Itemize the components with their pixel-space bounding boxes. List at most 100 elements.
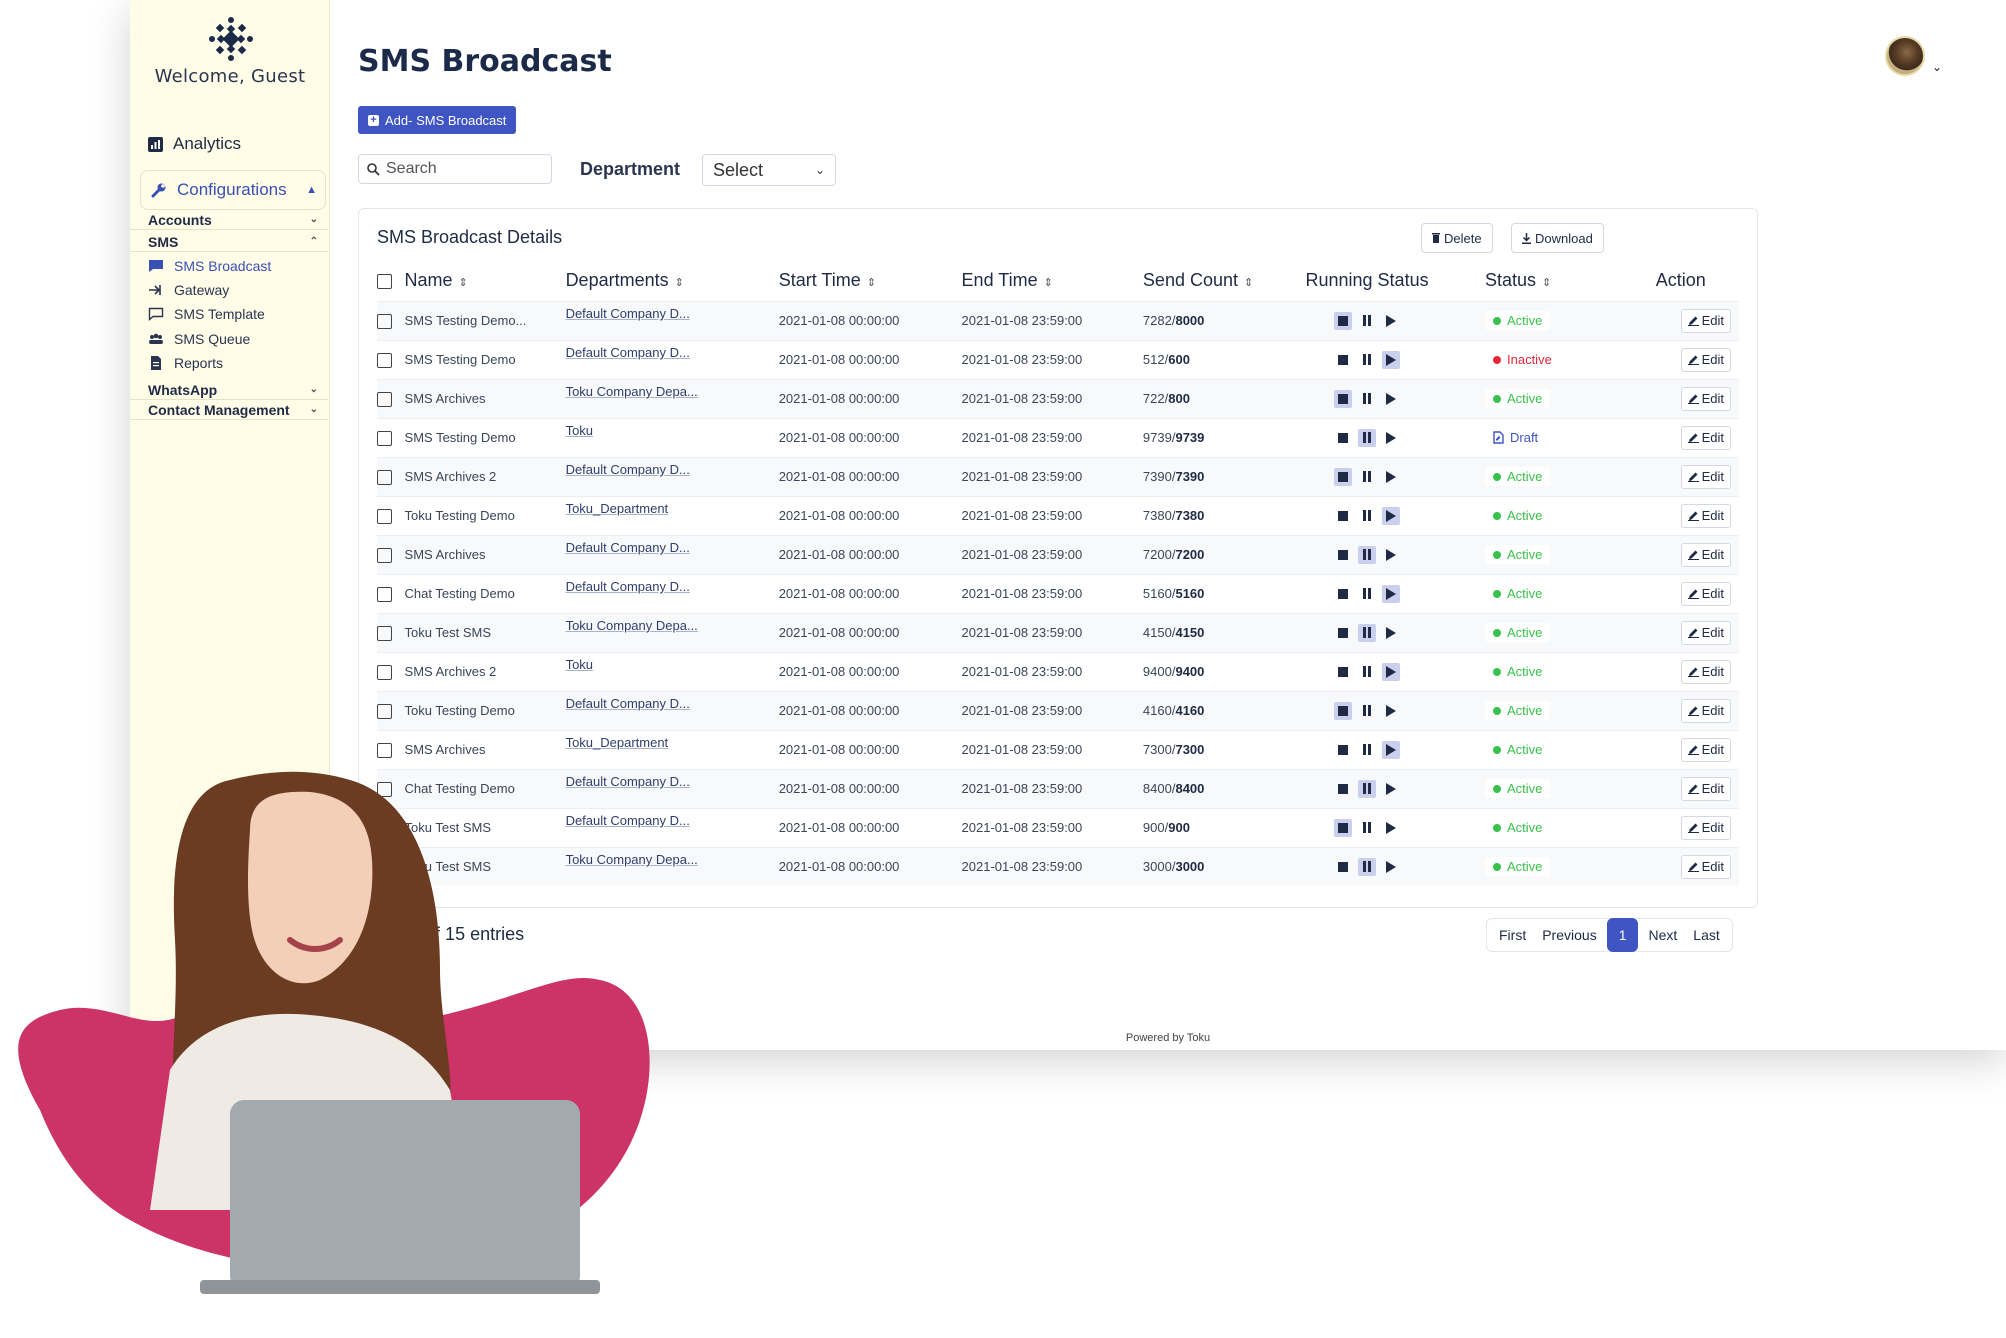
stop-button[interactable]: [1334, 624, 1352, 642]
sidebar-item-sms-queue[interactable]: SMS Queue: [148, 331, 250, 347]
play-button[interactable]: [1381, 662, 1400, 681]
department-link[interactable]: Toku_Department: [566, 501, 669, 516]
department-link[interactable]: Toku Company Depa...: [566, 384, 698, 399]
edit-button[interactable]: Edit: [1680, 308, 1731, 333]
edit-button[interactable]: Edit: [1680, 542, 1731, 567]
pause-button[interactable]: [1357, 857, 1376, 876]
row-checkbox[interactable]: [377, 391, 392, 407]
row-checkbox[interactable]: [377, 625, 392, 641]
search-input[interactable]: [386, 160, 546, 178]
department-link[interactable]: Default Company D...: [566, 462, 690, 477]
department-select[interactable]: Select ⌄: [702, 154, 836, 186]
stop-button[interactable]: [1334, 429, 1352, 447]
edit-button[interactable]: Edit: [1680, 386, 1731, 411]
pause-button[interactable]: [1357, 545, 1376, 564]
play-button[interactable]: [1381, 350, 1400, 369]
department-link[interactable]: Default Company D...: [566, 579, 690, 594]
nav-group-whatsapp[interactable]: WhatsApp ⌄: [130, 380, 328, 400]
stop-button[interactable]: [1334, 546, 1352, 564]
sidebar-item-sms-broadcast[interactable]: SMS Broadcast: [148, 258, 271, 274]
pause-button[interactable]: [1358, 702, 1376, 720]
nav-group-contact-management[interactable]: Contact Management ⌄: [130, 400, 328, 420]
header-start-time[interactable]: Start Time ⇕: [779, 261, 962, 301]
department-link[interactable]: Toku Company Depa...: [566, 618, 698, 633]
pager-last[interactable]: Last: [1687, 927, 1725, 943]
sidebar-item-reports[interactable]: Reports: [148, 355, 223, 371]
play-button[interactable]: [1382, 702, 1400, 720]
header-status[interactable]: Status ⇕: [1485, 261, 1623, 301]
delete-button[interactable]: Delete: [1421, 223, 1493, 253]
play-button[interactable]: [1382, 312, 1400, 330]
pager-next[interactable]: Next: [1642, 927, 1683, 943]
department-link[interactable]: Toku: [566, 423, 593, 438]
play-button[interactable]: [1382, 819, 1400, 837]
pause-button[interactable]: [1358, 585, 1376, 603]
play-button[interactable]: [1381, 584, 1400, 603]
pause-button[interactable]: [1358, 819, 1376, 837]
row-checkbox[interactable]: [377, 469, 392, 485]
department-link[interactable]: Default Company D...: [566, 306, 690, 321]
stop-button[interactable]: [1333, 467, 1352, 486]
play-button[interactable]: [1382, 390, 1400, 408]
department-link[interactable]: Default Company D...: [566, 540, 690, 555]
add-sms-broadcast-button[interactable]: + Add- SMS Broadcast: [358, 106, 517, 134]
department-link[interactable]: Default Company D...: [566, 345, 690, 360]
row-checkbox[interactable]: [377, 313, 392, 329]
stop-button[interactable]: [1334, 780, 1352, 798]
stop-button[interactable]: [1333, 311, 1352, 330]
stop-button[interactable]: [1333, 818, 1352, 837]
play-button[interactable]: [1382, 780, 1400, 798]
edit-button[interactable]: Edit: [1680, 698, 1731, 723]
pause-button[interactable]: [1357, 428, 1376, 447]
pause-button[interactable]: [1357, 623, 1376, 642]
pause-button[interactable]: [1358, 663, 1376, 681]
stop-button[interactable]: [1334, 741, 1352, 759]
stop-button[interactable]: [1334, 507, 1352, 525]
stop-button[interactable]: [1333, 389, 1352, 408]
edit-button[interactable]: Edit: [1680, 464, 1731, 489]
stop-button[interactable]: [1334, 585, 1352, 603]
sidebar-item-sms-template[interactable]: SMS Template: [148, 306, 265, 322]
nav-group-sms[interactable]: SMS ⌃: [130, 232, 328, 252]
pause-button[interactable]: [1358, 507, 1376, 525]
chevron-down-icon[interactable]: ⌄: [1932, 60, 1942, 74]
header-departments[interactable]: Departments ⇕: [566, 261, 779, 301]
stop-button[interactable]: [1334, 858, 1352, 876]
edit-button[interactable]: Edit: [1680, 347, 1731, 372]
play-button[interactable]: [1382, 468, 1400, 486]
department-link[interactable]: Toku: [566, 657, 593, 672]
row-checkbox[interactable]: [377, 586, 392, 602]
pager-current-page[interactable]: 1: [1606, 918, 1639, 952]
edit-button[interactable]: Edit: [1680, 854, 1731, 879]
header-name[interactable]: Name ⇕: [405, 261, 566, 301]
play-button[interactable]: [1382, 858, 1400, 876]
row-checkbox[interactable]: [377, 547, 392, 563]
download-button[interactable]: Download: [1511, 223, 1604, 253]
play-button[interactable]: [1382, 546, 1400, 564]
row-checkbox[interactable]: [377, 430, 392, 446]
pause-button[interactable]: [1358, 468, 1376, 486]
stop-button[interactable]: [1333, 701, 1352, 720]
play-button[interactable]: [1381, 740, 1400, 759]
edit-button[interactable]: Edit: [1680, 581, 1731, 606]
row-checkbox[interactable]: [377, 703, 392, 719]
stop-button[interactable]: [1334, 663, 1352, 681]
header-send-count[interactable]: Send Count ⇕: [1143, 261, 1306, 301]
pager-first[interactable]: First: [1493, 927, 1532, 943]
pause-button[interactable]: [1358, 351, 1376, 369]
row-checkbox[interactable]: [377, 352, 392, 368]
play-button[interactable]: [1381, 506, 1400, 525]
edit-button[interactable]: Edit: [1680, 425, 1731, 450]
edit-button[interactable]: Edit: [1680, 503, 1731, 528]
nav-group-accounts[interactable]: Accounts ⌄: [130, 210, 328, 230]
edit-button[interactable]: Edit: [1680, 737, 1731, 762]
user-avatar[interactable]: [1885, 36, 1925, 76]
pause-button[interactable]: [1358, 741, 1376, 759]
edit-button[interactable]: Edit: [1680, 815, 1731, 840]
pause-button[interactable]: [1358, 390, 1376, 408]
pause-button[interactable]: [1357, 779, 1376, 798]
department-link[interactable]: Default Company D...: [566, 696, 690, 711]
edit-button[interactable]: Edit: [1680, 659, 1731, 684]
stop-button[interactable]: [1334, 351, 1352, 369]
pause-button[interactable]: [1358, 312, 1376, 330]
